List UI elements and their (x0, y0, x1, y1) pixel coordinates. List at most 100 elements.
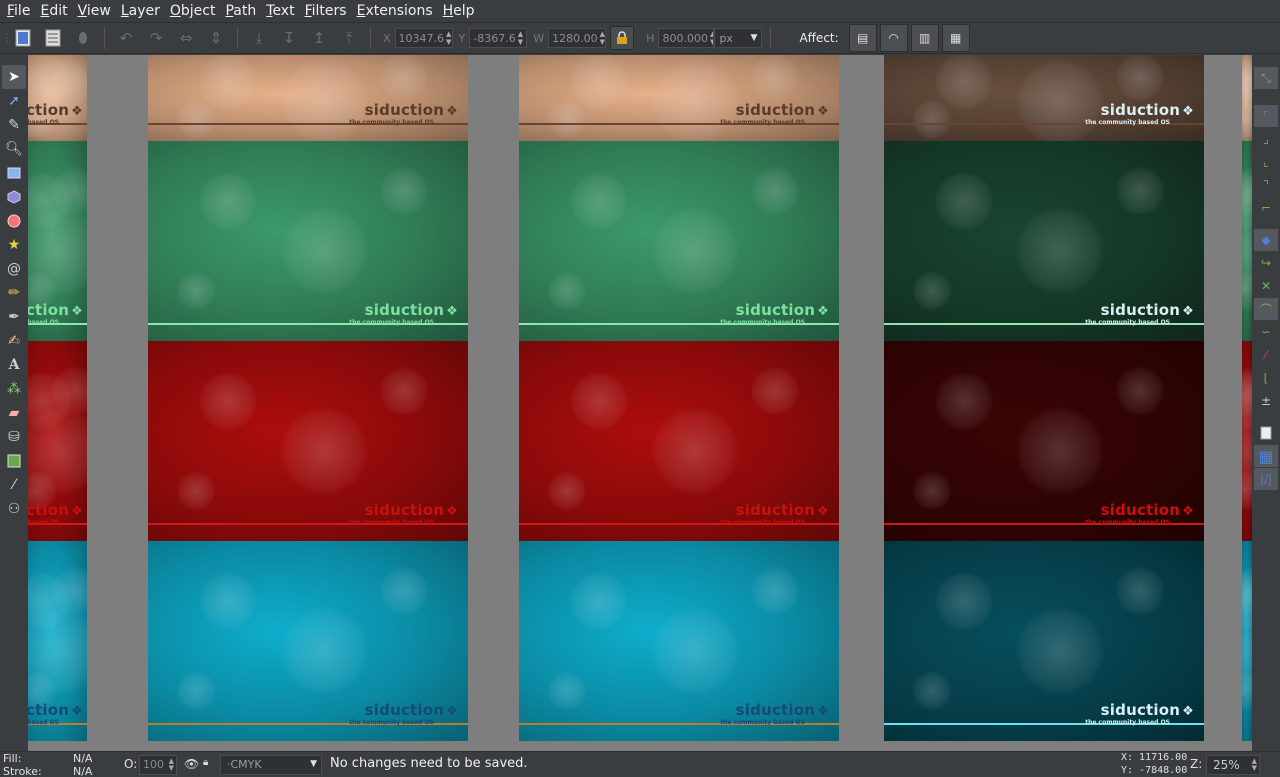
pen-tool[interactable]: ✒ (2, 305, 26, 329)
padlock-icon[interactable]: 🔒︎ (203, 757, 208, 768)
snap-rotation-center-button[interactable]: ± (1254, 390, 1278, 412)
snap-bbox-corner-button[interactable]: ⌞ (1254, 151, 1278, 173)
wallpaper-column[interactable]: siduction❖the community based OSsiductio… (28, 55, 87, 741)
wallpaper-panel[interactable]: siduction❖the community based OS (884, 541, 1204, 741)
snap-bbox-midpoint-button[interactable]: ⌝ (1254, 174, 1278, 196)
ellipse-tool[interactable] (2, 209, 26, 233)
wallpaper-column[interactable]: siduction❖the community based OSsiductio… (519, 55, 839, 741)
menu-edit[interactable]: Edit (35, 0, 72, 22)
affect-stroke-width-button[interactable]: ▤ (848, 24, 877, 52)
menu-extensions[interactable]: Extensions (352, 0, 438, 22)
height-input[interactable]: 800.000▲▼ (658, 28, 715, 48)
zoom-input[interactable]: 25% ▲ ▼ (1206, 755, 1260, 775)
spiral-tool[interactable]: @ (2, 257, 26, 281)
current-layer-select[interactable]: ·CMYK ▼ (220, 755, 322, 775)
wallpaper-panel[interactable]: siduction❖the community based OS (148, 341, 468, 541)
eraser-tool[interactable]: ▰ (2, 401, 26, 425)
pencil-tool[interactable]: ✏ (2, 281, 26, 305)
wallpaper-panel[interactable]: siduction❖the community based OS (148, 141, 468, 341)
snap-guide-button[interactable]: |/| (1254, 468, 1278, 490)
menu-help[interactable]: Help (438, 0, 480, 22)
wallpaper-column[interactable]: siduction❖the community based OSsiductio… (148, 55, 468, 741)
y-input[interactable]: -8367.6 ▲ ▼ (469, 28, 528, 48)
star-tool[interactable]: ★ (2, 233, 26, 257)
flip-vertical-button[interactable]: ⇕ (203, 25, 229, 51)
snap-page-button[interactable] (1254, 422, 1278, 444)
selector-tool[interactable]: ➤ (2, 65, 26, 89)
wallpaper-panel[interactable]: siduction❖the community based OS (28, 55, 87, 141)
wallpaper-column[interactable]: siduction❖the community based OSsiductio… (884, 55, 1204, 741)
gradient-tool[interactable] (2, 449, 26, 473)
wallpaper-panel[interactable]: siduction❖the community based OS (148, 55, 468, 141)
lower-to-bottom-button[interactable]: ⤓ (246, 25, 272, 51)
stroke-value[interactable]: N/A (73, 765, 92, 777)
wallpaper-panel[interactable]: siduction❖the community based OS (28, 141, 87, 341)
wallpaper-panel[interactable] (1242, 141, 1252, 341)
affect-patterns-button[interactable]: ▦ (941, 24, 970, 52)
affect-rounded-corners-button[interactable]: ◠ (879, 24, 908, 52)
wallpaper-panel[interactable]: siduction❖the community based OS (884, 55, 1204, 141)
raise-to-top-button[interactable]: ⤒ (336, 25, 362, 51)
tweak-tool[interactable]: ✎ (2, 113, 26, 137)
3d-box-tool[interactable] (2, 185, 26, 209)
select-all-button[interactable] (10, 25, 36, 51)
snap-bbox-edge-button[interactable]: ⌟ (1254, 128, 1278, 150)
snap-object-center-button[interactable]: ⌊ (1254, 367, 1278, 389)
menu-object[interactable]: Object (165, 0, 221, 22)
zoom-tool[interactable]: 🔍︎ (2, 137, 26, 161)
text-tool[interactable]: A (2, 353, 26, 377)
opacity-input[interactable]: 100 ▲ ▼ (139, 755, 177, 775)
wallpaper-panel[interactable]: siduction❖the community based OS (884, 141, 1204, 341)
wallpaper-panel[interactable]: siduction❖the community based OS (28, 541, 87, 741)
calligraphy-tool[interactable]: ✍ (2, 329, 26, 353)
snap-cusp-button[interactable]: ⌒ (1254, 298, 1278, 320)
node-tool[interactable]: ➚ (2, 89, 26, 113)
connector-tool[interactable]: ⚇ (2, 497, 26, 521)
snap-nodes-button[interactable]: ◆ (1254, 229, 1278, 251)
menu-text[interactable]: Text (261, 0, 299, 22)
snap-bbox-button[interactable]: ⌜ (1254, 105, 1278, 127)
select-all-layers-button[interactable] (40, 25, 66, 51)
snap-path-button[interactable]: ↪ (1254, 252, 1278, 274)
menu-view[interactable]: View (73, 0, 116, 22)
wallpaper-panel[interactable]: siduction❖the community based OS (28, 341, 87, 541)
menu-filters[interactable]: Filters (300, 0, 352, 22)
rotate-ccw-button[interactable]: ↶ (113, 25, 139, 51)
wallpaper-panel[interactable] (1242, 541, 1252, 741)
snap-midpoint-button[interactable]: ⁄ (1254, 344, 1278, 366)
snap-grid-button[interactable]: ▦ (1254, 445, 1278, 467)
wallpaper-panel[interactable]: siduction❖the community based OS (519, 541, 839, 741)
menu-path[interactable]: Path (220, 0, 261, 22)
deselect-button[interactable]: ⬮ (70, 25, 96, 51)
rotate-cw-button[interactable]: ↷ (143, 25, 169, 51)
wallpaper-panel[interactable] (1242, 341, 1252, 541)
rectangle-tool[interactable] (2, 161, 26, 185)
wallpaper-panel[interactable]: siduction❖the community based OS (148, 541, 468, 741)
eye-icon[interactable]: 👁︎ (184, 757, 199, 771)
snap-path-intersection-button[interactable]: ✕ (1254, 275, 1278, 297)
wallpaper-panel[interactable]: siduction❖the community based OS (519, 141, 839, 341)
x-input[interactable]: 10347.6 ▲ ▼ (394, 28, 453, 48)
snap-bbox-center-button[interactable]: ⌐ (1254, 197, 1278, 219)
menu-layer[interactable]: Layer (116, 0, 165, 22)
dropper-tool[interactable]: ⁄ (2, 473, 26, 497)
raise-button[interactable]: ↥ (306, 25, 332, 51)
flip-horizontal-button[interactable]: ⇔ (173, 25, 199, 51)
lock-ratio-button[interactable] (610, 26, 635, 50)
wallpaper-panel[interactable]: siduction❖the community based OS (519, 55, 839, 141)
spray-tool[interactable]: ⁂ (2, 377, 26, 401)
unit-select[interactable]: px ▼ (714, 28, 763, 48)
wallpaper-panel[interactable]: siduction❖the community based OS (519, 341, 839, 541)
wallpaper-column[interactable] (1242, 55, 1252, 741)
lower-button[interactable]: ↧ (276, 25, 302, 51)
fill-value[interactable]: N/A (73, 752, 92, 765)
affect-gradients-button[interactable]: ▥ (910, 24, 939, 52)
menu-file[interactable]: File (2, 0, 35, 22)
snap-toggle-button[interactable]: ⤡ (1254, 67, 1278, 89)
canvas[interactable]: siduction❖the community based OSsiductio… (28, 55, 1252, 751)
wallpaper-panel[interactable]: siduction❖the community based OS (884, 341, 1204, 541)
snap-smooth-button[interactable]: ∽ (1254, 321, 1278, 343)
paint-bucket-tool[interactable]: ⛁ (2, 425, 26, 449)
width-input[interactable]: 1280.00 ▲ ▼ (548, 28, 607, 48)
wallpaper-panel[interactable] (1242, 55, 1252, 141)
